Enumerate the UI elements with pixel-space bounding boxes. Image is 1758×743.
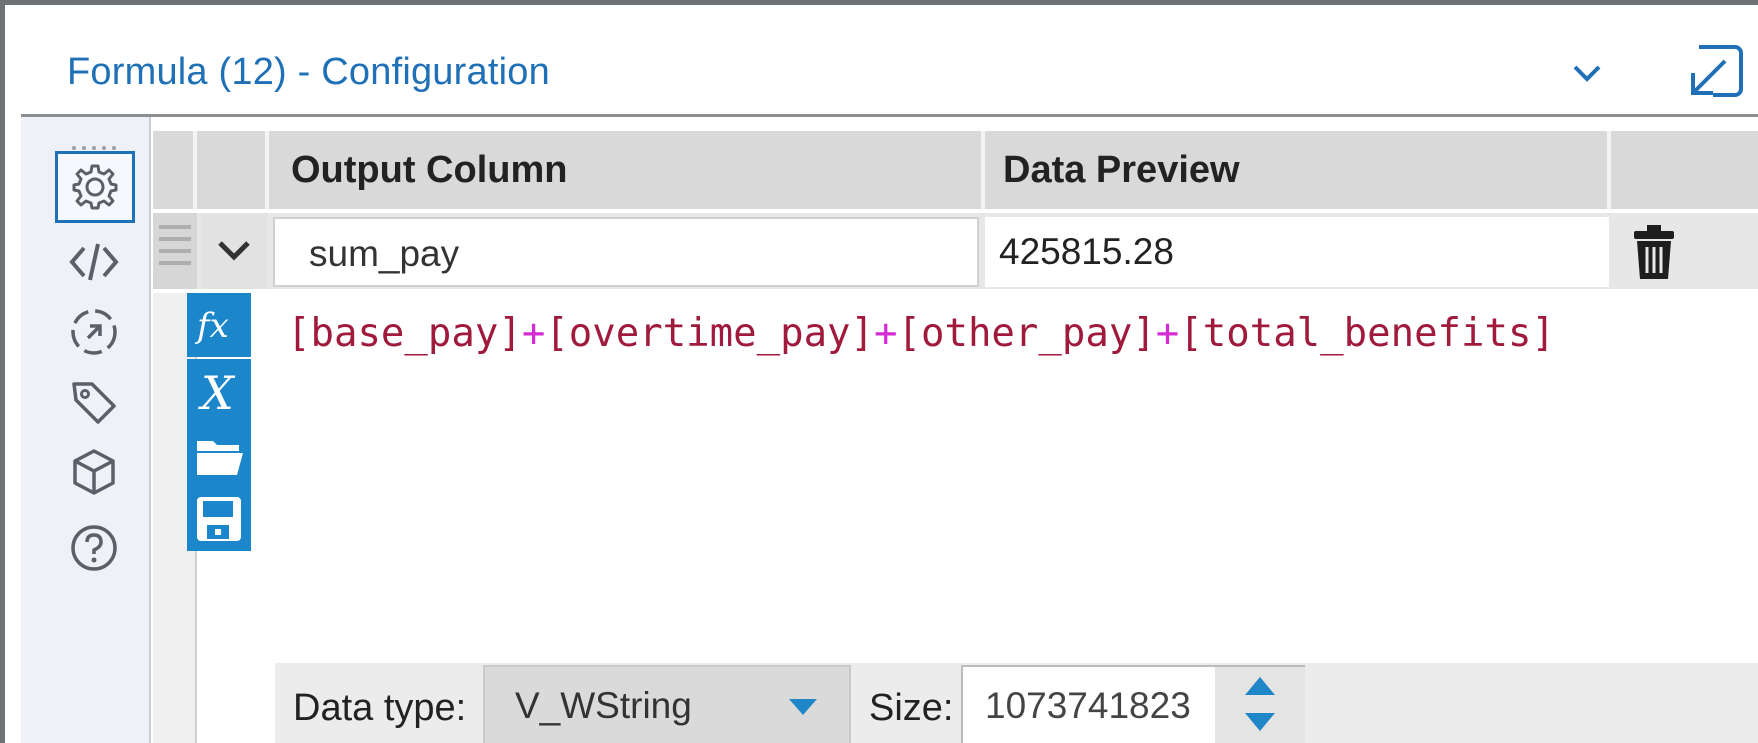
open-expression-button[interactable] (187, 423, 251, 487)
window-title: Formula (12) - Configuration (67, 51, 550, 93)
sidebar-item-package[interactable] (65, 443, 123, 501)
expression-text: [base_pay]+[overtime_pay]+[other_pay]+[t… (287, 311, 1555, 356)
formula-configuration-window: Formula (12) - Configuration Output Colu… (0, 0, 1758, 743)
target-icon (71, 309, 117, 355)
delete-button[interactable] (1629, 223, 1679, 281)
data-preview-cell: 425815.28 (985, 217, 1609, 287)
table-row[interactable]: sum_pay 425815.28 (153, 213, 1758, 289)
code-icon (69, 243, 119, 281)
sidebar-item-tags[interactable] (65, 373, 123, 431)
sidebar-item-configuration[interactable] (55, 151, 135, 223)
size-input[interactable]: 1073741823 (961, 665, 1305, 743)
expression-area: fx X [base_pay]+[overtime_pay]+[other_pa… (153, 293, 1758, 743)
expression-editor[interactable]: [base_pay]+[overtime_pay]+[other_pay]+[t… (275, 293, 1758, 663)
expression-token-field: [overtime_pay] (545, 311, 875, 356)
expression-token-operator: + (521, 311, 546, 356)
sidebar-item-workflow-dependencies[interactable] (65, 303, 123, 361)
output-column-input[interactable]: sum_pay (273, 217, 1088, 287)
svg-text:fx: fx (194, 306, 229, 346)
header-handle-cell (153, 131, 197, 209)
data-type-value: V_WString (515, 685, 692, 726)
header-data-preview-label: Data Preview (1003, 149, 1240, 191)
save-expression-button[interactable] (187, 487, 251, 551)
spin-down-icon[interactable] (1215, 705, 1305, 743)
functions-button[interactable]: fx (187, 293, 251, 357)
open-expression-icon (197, 441, 243, 475)
delete-cell (1611, 217, 1758, 287)
data-type-dropdown[interactable]: V_WString (483, 665, 851, 743)
data-preview-value: 425815.28 (999, 231, 1174, 272)
trash-icon (1634, 225, 1674, 279)
expression-token-operator: + (1155, 311, 1180, 356)
expression-token-operator: + (874, 311, 898, 356)
window-header: Formula (12) - Configuration (21, 13, 1758, 117)
header-output-column[interactable]: Output Column (269, 131, 985, 209)
expression-token-field: [total_benefits] (1179, 311, 1555, 356)
tag-icon (72, 382, 116, 424)
cube-icon (73, 449, 115, 495)
svg-text:X: X (198, 366, 236, 419)
data-type-label: Data type: (293, 687, 467, 729)
row-drag-handle[interactable] (153, 213, 197, 289)
output-column-value: sum_pay (309, 233, 460, 274)
gear-icon (72, 164, 118, 210)
sidebar-item-annotation[interactable] (65, 233, 123, 291)
save-expression-icon (197, 497, 241, 541)
grid-header-row: Output Column Data Preview (153, 131, 1758, 209)
header-expander-cell (197, 131, 269, 209)
size-label: Size: (869, 687, 954, 729)
popout-icon[interactable] (1685, 41, 1747, 103)
chevron-down-icon[interactable] (1567, 53, 1607, 93)
dropdown-arrow-icon (789, 699, 817, 715)
sidebar (21, 117, 151, 743)
formula-grid: Output Column Data Preview sum_pay 42581… (153, 131, 1758, 743)
expression-token-field: [other_pay] (897, 311, 1156, 356)
chevron-down-icon (218, 241, 250, 261)
header-actions-cell (1611, 131, 1758, 209)
header-data-preview[interactable]: Data Preview (985, 131, 1611, 209)
spin-up-icon[interactable] (1215, 667, 1305, 705)
sidebar-item-help[interactable] (65, 519, 123, 577)
size-value: 1073741823 (985, 685, 1191, 726)
header-output-column-label: Output Column (291, 149, 568, 191)
type-settings-bar: Data type: V_WString Size: 1073741823 (275, 663, 1758, 743)
variables-icon: X (198, 366, 236, 419)
row-expand-button[interactable] (201, 213, 267, 289)
variables-button[interactable]: X (187, 359, 251, 423)
functions-icon: fx (194, 306, 229, 346)
size-stepper[interactable] (1215, 667, 1305, 743)
expression-token-field: [base_pay] (287, 311, 522, 356)
help-icon (71, 525, 117, 571)
